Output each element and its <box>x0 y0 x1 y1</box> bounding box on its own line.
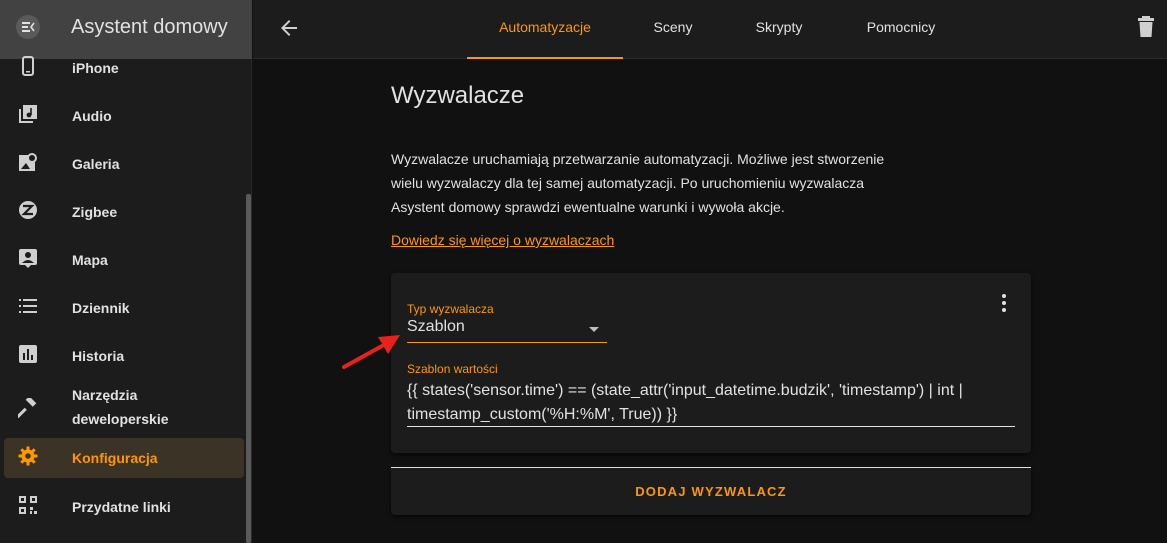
value-template-text: {{ states('sensor.time') == (state_attr(… <box>407 382 963 423</box>
sidebar-item-label: Narzędzia <box>72 387 138 403</box>
sidebar-item-historia[interactable]: Historia <box>4 336 244 376</box>
app-title: Asystent domowy <box>71 16 228 38</box>
cog-icon <box>18 446 38 466</box>
main-content: Wyzwalacze Wyzwalacze uruchamiają przetw… <box>253 60 1167 543</box>
sidebar-item-label: Przydatne linki <box>72 499 171 515</box>
sidebar-item-label: Galeria <box>72 156 120 172</box>
music-library-icon <box>19 105 37 123</box>
sidebar-item-galeria[interactable]: Galeria <box>4 144 244 184</box>
sidebar-item-narzedzia[interactable]: Narzędzia deweloperskie <box>4 380 244 436</box>
cellphone-icon <box>22 56 34 76</box>
learn-more-link[interactable]: Dowiedz się więcej o wyzwalaczach <box>391 232 614 248</box>
sidebar: Asystent domowy iPhone Audio Galeria Zig… <box>0 0 252 543</box>
more-options-icon[interactable] <box>992 291 1016 315</box>
sidebar-item-label: deweloperskie <box>72 411 169 427</box>
chevron-down-icon <box>589 327 599 332</box>
value-template-label: Szablon wartości <box>407 362 498 376</box>
sidebar-item-konfiguracja[interactable]: Konfiguracja <box>4 438 244 478</box>
add-trigger-button[interactable]: DODAJ WYZWALACZ <box>391 468 1031 516</box>
account-box-icon <box>19 249 37 268</box>
trigger-type-select[interactable]: Typ wyzwalacza Szablon <box>407 301 607 343</box>
sidebar-item-label: Zigbee <box>72 204 118 220</box>
tab-skrypty[interactable]: Skrypty <box>737 0 821 59</box>
tab-automatyzacje[interactable]: Automatyzacje <box>467 0 623 59</box>
trigger-card: Typ wyzwalacza Szablon Szablon wartości … <box>391 273 1031 453</box>
sidebar-item-dziennik[interactable]: Dziennik <box>4 288 244 328</box>
sidebar-scrollbar[interactable] <box>246 194 251 543</box>
trigger-type-value: Szablon <box>407 318 465 335</box>
image-search-icon <box>19 153 37 171</box>
sidebar-item-label: Dziennik <box>72 300 130 316</box>
sidebar-item-label: Konfiguracja <box>72 450 158 466</box>
sidebar-item-label: iPhone <box>72 60 119 76</box>
tab-pomocnicy[interactable]: Pomocnicy <box>849 0 953 59</box>
back-arrow-icon[interactable] <box>277 16 301 40</box>
sidebar-item-zigbee[interactable]: Zigbee <box>4 192 244 232</box>
tab-sceny[interactable]: Sceny <box>633 0 713 59</box>
sidebar-item-iphone[interactable]: iPhone <box>4 48 244 88</box>
value-template-input[interactable]: Szablon wartości {{ states('sensor.time'… <box>407 361 1015 427</box>
zigbee-icon <box>19 201 37 219</box>
menu-open-icon <box>22 22 35 32</box>
annotation-arrow-icon <box>342 335 400 369</box>
sidebar-item-label: Mapa <box>72 252 108 268</box>
section-description: Wyzwalacze uruchamiają przetwarzanie aut… <box>391 151 885 215</box>
trash-icon[interactable] <box>1136 16 1156 38</box>
hammer-icon <box>18 398 37 418</box>
sidebar-item-audio[interactable]: Audio <box>4 96 244 136</box>
sidebar-item-przydatne-linki[interactable]: Przydatne linki <box>4 487 244 527</box>
sidebar-item-label: Audio <box>72 108 112 124</box>
list-icon <box>19 299 37 313</box>
top-bar: Automatyzacje Sceny Skrypty Pomocnicy <box>253 0 1167 59</box>
qrcode-icon <box>19 496 37 514</box>
sidebar-item-label: Historia <box>72 348 125 364</box>
chart-box-icon <box>19 345 37 363</box>
section-title: Wyzwalacze <box>391 82 525 109</box>
menu-toggle-button[interactable] <box>16 15 40 39</box>
trigger-type-label: Typ wyzwalacza <box>407 302 494 316</box>
add-trigger-card: DODAJ WYZWALACZ <box>391 467 1031 515</box>
sidebar-item-mapa[interactable]: Mapa <box>4 240 244 280</box>
